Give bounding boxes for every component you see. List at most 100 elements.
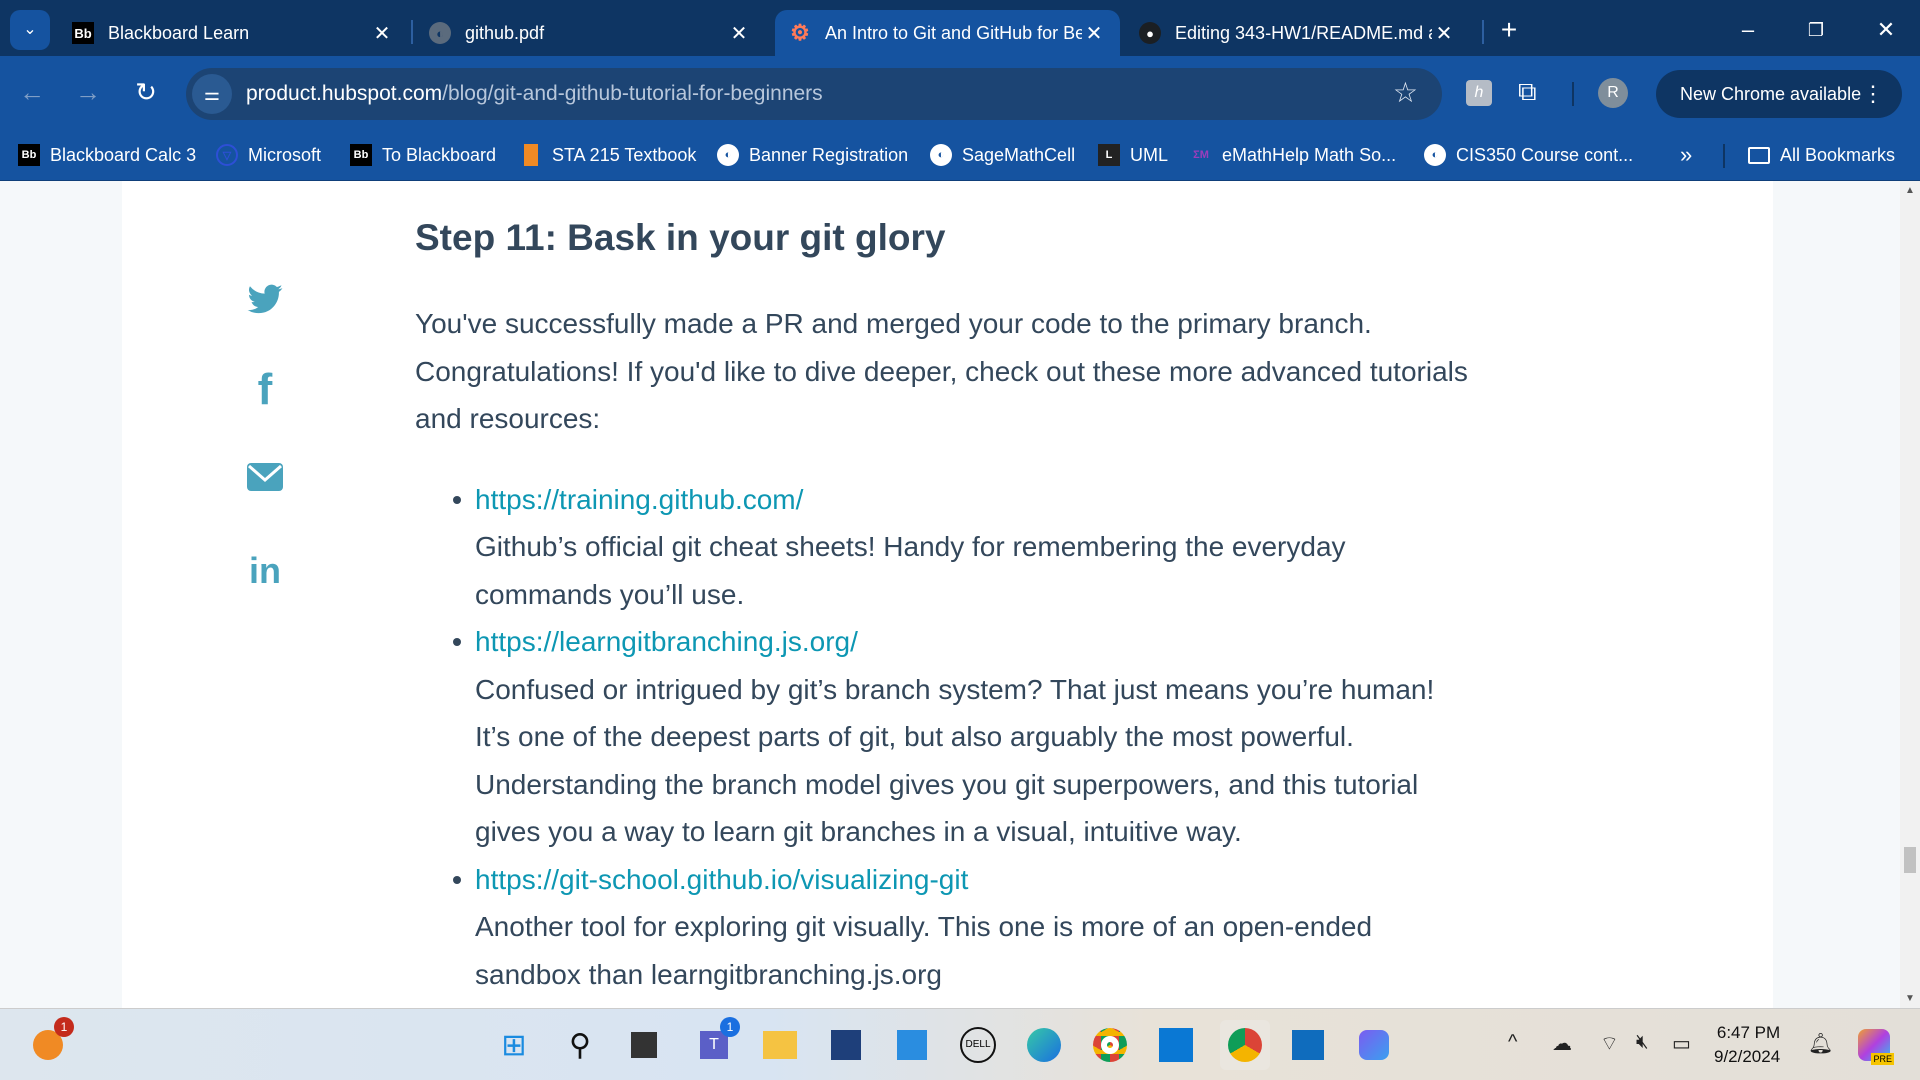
linkedin-icon[interactable]: in [246,552,284,590]
tab-separator [411,20,413,44]
globe-icon: ◐ [429,22,451,44]
edge-icon[interactable] [1022,1023,1066,1067]
close-tab-icon[interactable]: ✕ [1432,21,1456,46]
close-tab-icon[interactable]: ✕ [370,21,394,46]
list-item: https://git-school.github.io/visualizing… [415,856,1475,999]
site-info-icon[interactable]: ⚌ [192,74,232,114]
back-button[interactable]: ← [14,74,50,110]
outlook-icon[interactable] [1286,1023,1330,1067]
cortana-icon[interactable] [1154,1023,1198,1067]
blackboard-icon: Bb [18,144,40,166]
minimize-button[interactable]: – [1728,12,1768,48]
section-heading: Step 11: Bask in your git glory [415,217,946,258]
more-bookmarks-chevron-icon[interactable]: » [1680,140,1692,170]
close-tab-icon[interactable]: ✕ [1082,21,1106,46]
tab-blackboard[interactable]: Bb Blackboard Learn ✕ [58,10,408,56]
new-tab-button[interactable]: + [1489,12,1529,48]
gvsu-icon: ▽ [216,144,238,166]
teams-icon[interactable]: T1 [692,1017,740,1067]
search-icon[interactable]: ⚲ [558,1023,602,1067]
globe-icon: ◐ [717,144,739,166]
scroll-down-arrow-icon[interactable]: ▼ [1900,993,1920,1004]
resource-description: Another tool for exploring git visually.… [475,911,1373,990]
resources-list: https://training.github.com/Github’s off… [415,476,1475,999]
chrome-icon[interactable] [1088,1023,1132,1067]
tab-search-button[interactable]: ⌄ [10,10,50,50]
intro-paragraph: You've successfully made a PR and merged… [415,308,1468,434]
bookmark-uml[interactable]: L UML [1098,140,1168,170]
blackboard-icon: Bb [350,144,372,166]
folder-icon [1748,146,1770,164]
tab-strip: ⌄ Bb Blackboard Learn ✕ ◐ github.pdf ✕ ⚙… [0,0,1920,56]
more-menu-icon[interactable]: ⋮ [1862,70,1884,118]
bookmark-sta215-textbook[interactable]: STA 215 Textbook [520,140,696,170]
list-item: https://learngitbranching.js.org/Confuse… [415,618,1475,856]
bookmark-emathhelp[interactable]: ΣM eMathHelp Math So... [1190,140,1396,170]
onedrive-icon[interactable]: ☁ [1552,1031,1572,1056]
task-view-icon[interactable] [622,1023,666,1067]
tab-hubspot-article[interactable]: ⚙ An Intro to Git and GitHub for Beginne… [775,10,1120,56]
profile-avatar[interactable]: R [1598,78,1628,108]
widgets-icon[interactable]: 1 [26,1017,74,1067]
book-icon [520,144,542,166]
page-scrollbar[interactable]: ▲ ▼ [1900,181,1920,1008]
dell-icon[interactable]: DELL [956,1023,1000,1067]
tab-github-pdf[interactable]: ◐ github.pdf ✕ [415,10,765,56]
battery-icon[interactable]: ▭ [1672,1031,1691,1056]
address-bar[interactable]: ⚌ product.hubspot.com/blog/git-and-githu… [186,68,1442,120]
tab-github-readme[interactable]: ● Editing 343-HW1/README.md at ✕ [1125,10,1470,56]
emathhelp-icon: ΣM [1193,149,1209,161]
bookmark-star-icon[interactable]: ☆ [1393,76,1418,109]
all-bookmarks-button[interactable]: All Bookmarks [1748,140,1895,170]
github-icon: ● [1139,22,1161,44]
resource-description: Github’s official git cheat sheets! Hand… [475,531,1346,610]
resource-link[interactable]: https://learngitbranching.js.org/ [475,626,858,657]
calendar-icon[interactable] [890,1023,934,1067]
tab-separator [1482,20,1484,44]
microsoft-store-icon[interactable] [824,1023,868,1067]
restore-button[interactable]: ❐ [1796,12,1836,48]
hubspot-icon: ⚙ [790,20,810,45]
extension-icon[interactable]: h [1466,80,1492,106]
copilot-app-icon[interactable] [1352,1023,1396,1067]
bookmark-to-blackboard[interactable]: Bb To Blackboard [350,140,496,170]
twitter-icon[interactable] [246,281,284,319]
start-windows-icon[interactable]: ⊞ [492,1023,536,1067]
list-item: https://training.github.com/Github’s off… [415,476,1475,619]
wifi-icon[interactable]: ⌔ [1600,1031,1619,1056]
file-explorer-icon[interactable] [758,1023,802,1067]
toolbar: ← → ↻ ⚌ product.hubspot.com/blog/git-and… [0,56,1920,130]
resource-link[interactable]: https://git-school.github.io/visualizing… [475,864,968,895]
url-text[interactable]: product.hubspot.com/blog/git-and-github-… [246,82,823,106]
volume-muted-icon[interactable]: 🔇︎ [1636,1031,1649,1054]
article-body: You've successfully made a PR and merged… [415,300,1475,998]
uml-icon: L [1098,144,1120,166]
clock[interactable]: 6:47 PM 9/2/2024 [1714,1021,1780,1069]
email-icon[interactable] [246,461,284,499]
bookmark-banner-registration[interactable]: ◐ Banner Registration [717,140,908,170]
chrome-profile-icon[interactable] [1220,1020,1270,1070]
extensions-puzzle-icon[interactable]: ⧉ [1518,76,1537,108]
close-window-button[interactable]: ✕ [1866,12,1906,48]
show-hidden-icons-chevron-icon[interactable]: ^ [1508,1031,1517,1054]
bookmark-blackboard-calc3[interactable]: Bb Blackboard Calc 3 [18,140,196,170]
close-tab-icon[interactable]: ✕ [727,21,751,46]
notifications-bell-icon[interactable]: 🔔︎ [1808,1031,1833,1056]
resource-description: Confused or intrigued by git’s branch sy… [475,673,1435,848]
facebook-icon[interactable]: f [246,368,284,412]
scrollbar-thumb[interactable] [1904,847,1916,873]
new-chrome-available-button[interactable]: New Chrome available ⋮ [1656,70,1902,118]
bookmark-microsoft[interactable]: ▽ Microsoft [216,140,321,170]
page-content: f in Step 11: Bask in your git glory You… [0,181,1920,1008]
toolbar-separator [1572,82,1574,106]
bookmark-cis350[interactable]: ◐ CIS350 Course cont... [1424,140,1633,170]
globe-icon: ◐ [1424,144,1446,166]
scroll-up-arrow-icon[interactable]: ▲ [1900,185,1920,196]
reload-button[interactable]: ↻ [128,74,164,110]
taskbar: 1 ⊞ ⚲ T1 DELL ^ ☁ ⌔ 🔇︎ ▭ 6:47 PM 9/2/2024… [0,1008,1920,1080]
forward-button[interactable]: → [70,74,106,110]
resource-link[interactable]: https://training.github.com/ [475,484,803,515]
globe-icon: ◐ [930,144,952,166]
copilot-icon[interactable]: PRE [1852,1023,1896,1067]
bookmark-sagemathcell[interactable]: ◐ SageMathCell [930,140,1075,170]
